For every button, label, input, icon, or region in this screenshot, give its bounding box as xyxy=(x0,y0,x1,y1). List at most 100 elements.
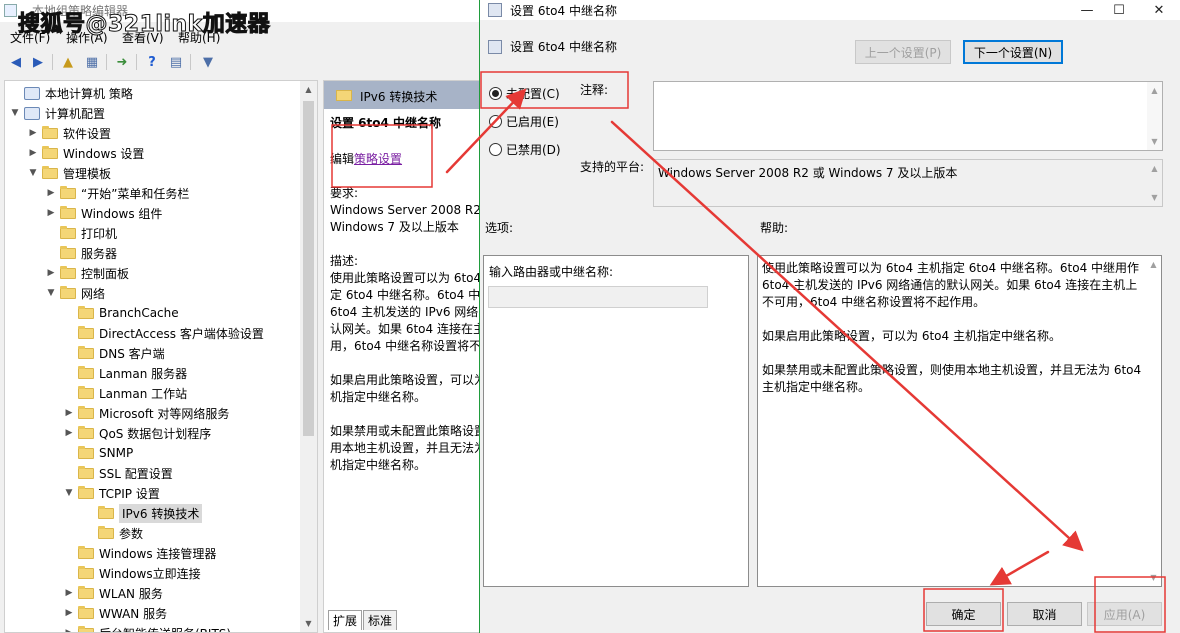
tree-item[interactable]: SNMP xyxy=(63,443,133,463)
ok-button[interactable]: 确定 xyxy=(926,602,1001,626)
tree-scrollbar[interactable]: ▲ ▼ xyxy=(300,81,317,632)
tree-item-label: “开始”菜单和任务栏 xyxy=(81,186,190,201)
policy-tree[interactable]: 本地计算机 策略 ▼ 计算机配置 ▶ 软件设置 ▶ Windows 设置 ▼ 管理模板 ▶ “开始”… xyxy=(4,80,318,633)
tab-extended[interactable]: 扩展 xyxy=(328,610,363,630)
scroll-up-icon[interactable]: ▲ xyxy=(300,81,317,98)
comment-scrollbar[interactable]: ▲ ▼ xyxy=(1147,82,1162,150)
folder-icon xyxy=(78,365,94,379)
tree-item[interactable]: ▶ QoS 数据包计划程序 xyxy=(63,423,211,443)
platform-scrollbar[interactable]: ▲ ▼ xyxy=(1147,160,1162,206)
folder-icon xyxy=(42,165,58,179)
radio-label: 已禁用(D) xyxy=(506,143,561,157)
setting-icon xyxy=(488,40,502,54)
up-folder-icon[interactable]: ▲ xyxy=(58,52,78,72)
chevron-down-icon[interactable]: ▼ xyxy=(63,488,75,498)
tree-item[interactable]: Lanman 工作站 xyxy=(63,383,187,403)
chevron-right-icon[interactable]: ▶ xyxy=(27,148,39,158)
folder-icon xyxy=(78,445,94,459)
dialog-titlebar: 设置 6to4 中继名称 — ☐ ✕ xyxy=(480,0,1180,20)
tree-item[interactable]: Windows 连接管理器 xyxy=(63,543,216,563)
router-name-input[interactable] xyxy=(488,286,708,308)
tree-item-label: TCPIP 设置 xyxy=(99,486,160,501)
router-name-label: 输入路由器或中继名称: xyxy=(489,265,614,279)
tree-item-label: 后台智能传送服务(BITS) xyxy=(99,625,231,633)
radio-not-configured[interactable]: 未配置(C) xyxy=(489,85,560,102)
show-hide-tree-icon[interactable]: ▦ xyxy=(82,52,102,72)
chevron-right-icon[interactable]: ▶ xyxy=(63,628,75,632)
help-scrollbar[interactable]: ▲ ▼ xyxy=(1146,256,1161,586)
folder-icon xyxy=(78,405,94,419)
tree-item[interactable]: ▼ 管理模板 xyxy=(27,163,111,183)
chevron-down-icon[interactable]: ▼ xyxy=(45,288,57,298)
chevron-right-icon[interactable]: ▶ xyxy=(45,208,57,218)
tree-item[interactable]: BranchCache xyxy=(63,303,179,323)
tree-item-label: 参数 xyxy=(119,526,144,541)
policy-setting-dialog: 设置 6to4 中继名称 — ☐ ✕ 设置 6to4 中继名称 上一个设置(P)… xyxy=(479,0,1180,633)
tree-item[interactable]: ▶ WLAN 服务 xyxy=(63,583,163,603)
forward-arrow-icon[interactable]: ▶ xyxy=(28,52,48,72)
tree-item[interactable]: Lanman 服务器 xyxy=(63,363,187,383)
radio-dot xyxy=(489,87,502,100)
tree-item[interactable]: DNS 客户端 xyxy=(63,343,165,363)
computer-policy-icon xyxy=(24,106,40,120)
back-arrow-icon[interactable]: ◀ xyxy=(6,52,26,72)
prev-setting-button[interactable]: 上一个设置(P) xyxy=(855,40,951,64)
tree-item[interactable]: ▶ 软件设置 xyxy=(27,123,111,143)
tree-scroll-thumb[interactable] xyxy=(303,101,314,436)
supported-platform-box: Windows Server 2008 R2 或 Windows 7 及以上版本… xyxy=(653,159,1163,207)
chevron-right-icon[interactable]: ▶ xyxy=(27,128,39,138)
chevron-right-icon[interactable]: ▶ xyxy=(45,188,57,198)
radio-dot xyxy=(489,115,502,128)
chevron-right-icon[interactable]: ▶ xyxy=(63,428,75,438)
gpedit-app-icon xyxy=(4,4,17,17)
tree-item[interactable]: ▶ Windows 组件 xyxy=(45,203,162,223)
tree-item[interactable]: ▶ Microsoft 对等网络服务 xyxy=(63,403,229,423)
tree-item[interactable]: ▶ WWAN 服务 xyxy=(63,603,167,623)
folder-icon xyxy=(78,565,94,579)
options-label: 选项: xyxy=(485,221,514,235)
tree-item[interactable]: ▼ 计算机配置 xyxy=(9,103,105,123)
tree-item[interactable]: ▼ TCPIP 设置 xyxy=(63,483,160,503)
filter-icon[interactable]: ▼ xyxy=(198,52,218,72)
minimize-icon[interactable]: — xyxy=(1072,0,1102,20)
tree-item[interactable]: ▶ 后台智能传送服务(BITS) xyxy=(63,623,231,633)
chevron-right-icon[interactable]: ▶ xyxy=(63,608,75,618)
next-setting-button[interactable]: 下一个设置(N) xyxy=(963,40,1063,64)
help-icon[interactable]: ? xyxy=(142,52,162,72)
folder-icon xyxy=(78,465,94,479)
tree-item[interactable]: 参数 xyxy=(83,523,143,543)
tree-item[interactable]: SSL 配置设置 xyxy=(63,463,173,483)
chevron-right-icon[interactable]: ▶ xyxy=(63,408,75,418)
tree-item[interactable]: ▶ 控制面板 xyxy=(45,263,129,283)
tree-item[interactable]: 服务器 xyxy=(45,243,117,263)
detail-description-enabled: 如果启用此策略设置，可以为 机指定中继名称。 xyxy=(330,373,480,404)
comment-textarea[interactable]: ▲ ▼ xyxy=(653,81,1163,151)
folder-icon xyxy=(78,485,94,499)
chevron-right-icon[interactable]: ▶ xyxy=(45,268,57,278)
tree-item[interactable]: 打印机 xyxy=(45,223,117,243)
folder-icon xyxy=(78,605,94,619)
close-icon[interactable]: ✕ xyxy=(1144,0,1174,20)
edit-policy-link[interactable]: 策略设置 xyxy=(354,152,402,166)
cancel-button[interactable]: 取消 xyxy=(1007,602,1082,626)
export-list-icon[interactable]: ➜ xyxy=(112,52,132,72)
properties-icon[interactable]: ▤ xyxy=(166,52,186,72)
chevron-down-icon[interactable]: ▼ xyxy=(9,108,21,118)
tree-item[interactable]: ▶ “开始”菜单和任务栏 xyxy=(45,183,189,203)
radio-enabled[interactable]: 已启用(E) xyxy=(489,113,559,130)
apply-button[interactable]: 应用(A) xyxy=(1087,602,1162,626)
tree-item[interactable]: ▼ 网络 xyxy=(45,283,105,303)
radio-disabled[interactable]: 已禁用(D) xyxy=(489,141,561,158)
tree-item[interactable]: 本地计算机 策略 xyxy=(9,83,133,103)
tree-item[interactable]: IPv6 转换技术 xyxy=(83,503,203,523)
chevron-down-icon[interactable]: ▼ xyxy=(27,168,39,178)
tree-item[interactable]: Windows立即连接 xyxy=(63,563,201,583)
maximize-icon[interactable]: ☐ xyxy=(1104,0,1134,20)
scroll-down-icon[interactable]: ▼ xyxy=(300,615,317,632)
tree-item[interactable]: DirectAccess 客户端体验设置 xyxy=(63,323,264,343)
chevron-right-icon[interactable]: ▶ xyxy=(63,588,75,598)
folder-icon xyxy=(78,625,94,632)
help-paragraph: 使用此策略设置可以为 6to4 主机指定 6to4 中继名称。6to4 中继用作… xyxy=(762,261,1140,309)
tab-standard[interactable]: 标准 xyxy=(363,610,398,630)
tree-item[interactable]: ▶ Windows 设置 xyxy=(27,143,144,163)
